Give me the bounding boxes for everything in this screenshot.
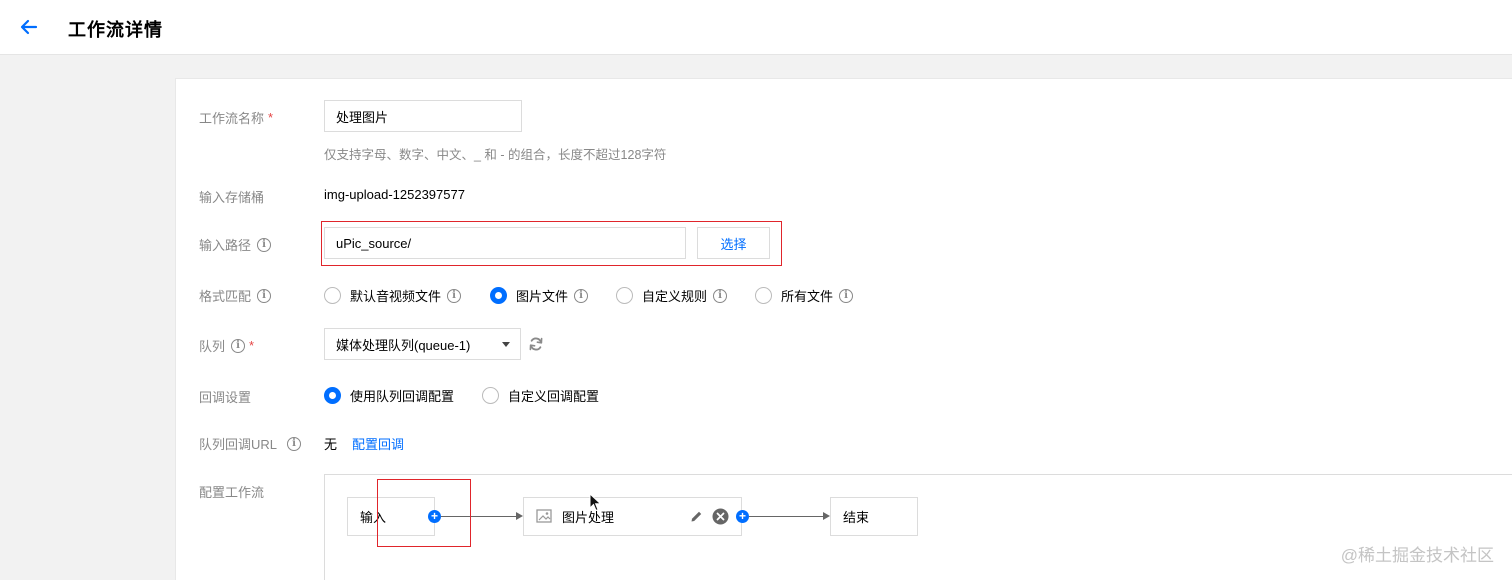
- info-icon[interactable]: i: [839, 288, 854, 303]
- highlight-box: [377, 479, 471, 547]
- radio-circle-selected[interactable]: [490, 287, 507, 304]
- chevron-down-icon: [502, 342, 510, 347]
- info-icon[interactable]: i: [287, 436, 302, 451]
- queue-select[interactable]: 媒体处理队列(queue-1): [324, 328, 521, 360]
- workflow-name-hint: 仅支持字母、数字、中文、_ 和 - 的组合，长度不超过128字符: [324, 148, 667, 162]
- info-icon[interactable]: i: [257, 237, 272, 252]
- highlight-box: [321, 221, 782, 266]
- workflow-node-end[interactable]: 结束: [830, 497, 918, 536]
- radio-all-files[interactable]: 所有文件 i: [755, 286, 854, 305]
- radio-custom-rule[interactable]: 自定义规则 i: [616, 286, 728, 305]
- workflow-canvas: [324, 474, 1512, 580]
- required-mark: *: [249, 338, 255, 353]
- plus-circle-icon[interactable]: +: [736, 510, 749, 523]
- radio-default-av[interactable]: 默认音视频文件 i: [324, 286, 462, 305]
- workflow-config-label: 配置工作流: [199, 485, 265, 500]
- arrow-left-icon[interactable]: [16, 14, 42, 40]
- info-icon[interactable]: i: [713, 288, 728, 303]
- input-path-label: 输入路径 i: [199, 235, 272, 254]
- radio-queue-callback[interactable]: 使用队列回调配置: [324, 386, 454, 405]
- close-circle-icon[interactable]: [712, 508, 729, 525]
- radio-circle[interactable]: [324, 287, 341, 304]
- header-bar: 工作流详情: [0, 0, 1512, 55]
- radio-circle-selected[interactable]: [324, 387, 341, 404]
- watermark: @稀土掘金技术社区: [1340, 546, 1494, 565]
- radio-circle[interactable]: [616, 287, 633, 304]
- queue-callback-url-label: 队列回调URL i: [199, 434, 302, 453]
- required-mark: *: [268, 110, 274, 125]
- queue-callback-value: 无: [324, 437, 338, 452]
- radio-circle[interactable]: [482, 387, 499, 404]
- bucket-value: img-upload-1252397577: [324, 187, 465, 202]
- arrow-right-icon: [516, 512, 523, 520]
- radio-circle[interactable]: [755, 287, 772, 304]
- info-icon[interactable]: i: [231, 338, 246, 353]
- workflow-node-image-processing[interactable]: 图片处理: [523, 497, 742, 536]
- info-icon[interactable]: i: [574, 288, 589, 303]
- callback-label: 回调设置: [199, 390, 252, 405]
- radio-custom-callback[interactable]: 自定义回调配置: [482, 386, 599, 405]
- connector-line: [749, 516, 824, 517]
- page-title: 工作流详情: [68, 20, 163, 40]
- info-icon[interactable]: i: [257, 288, 272, 303]
- pencil-icon[interactable]: [689, 509, 704, 524]
- info-icon[interactable]: i: [447, 288, 462, 303]
- refresh-icon[interactable]: [528, 336, 544, 352]
- arrow-right-icon: [823, 512, 830, 520]
- queue-label: 队列 i *: [199, 338, 255, 354]
- configure-callback-link[interactable]: 配置回调: [352, 434, 404, 453]
- mouse-cursor-icon: [589, 493, 602, 512]
- radio-image-files[interactable]: 图片文件 i: [490, 286, 589, 305]
- workflow-name-input[interactable]: 处理图片: [324, 100, 522, 132]
- workflow-name-label: 工作流名称 *: [199, 110, 274, 126]
- bucket-label: 输入存储桶: [199, 190, 265, 205]
- format-match-label: 格式匹配 i: [199, 286, 272, 305]
- image-icon: [536, 509, 552, 523]
